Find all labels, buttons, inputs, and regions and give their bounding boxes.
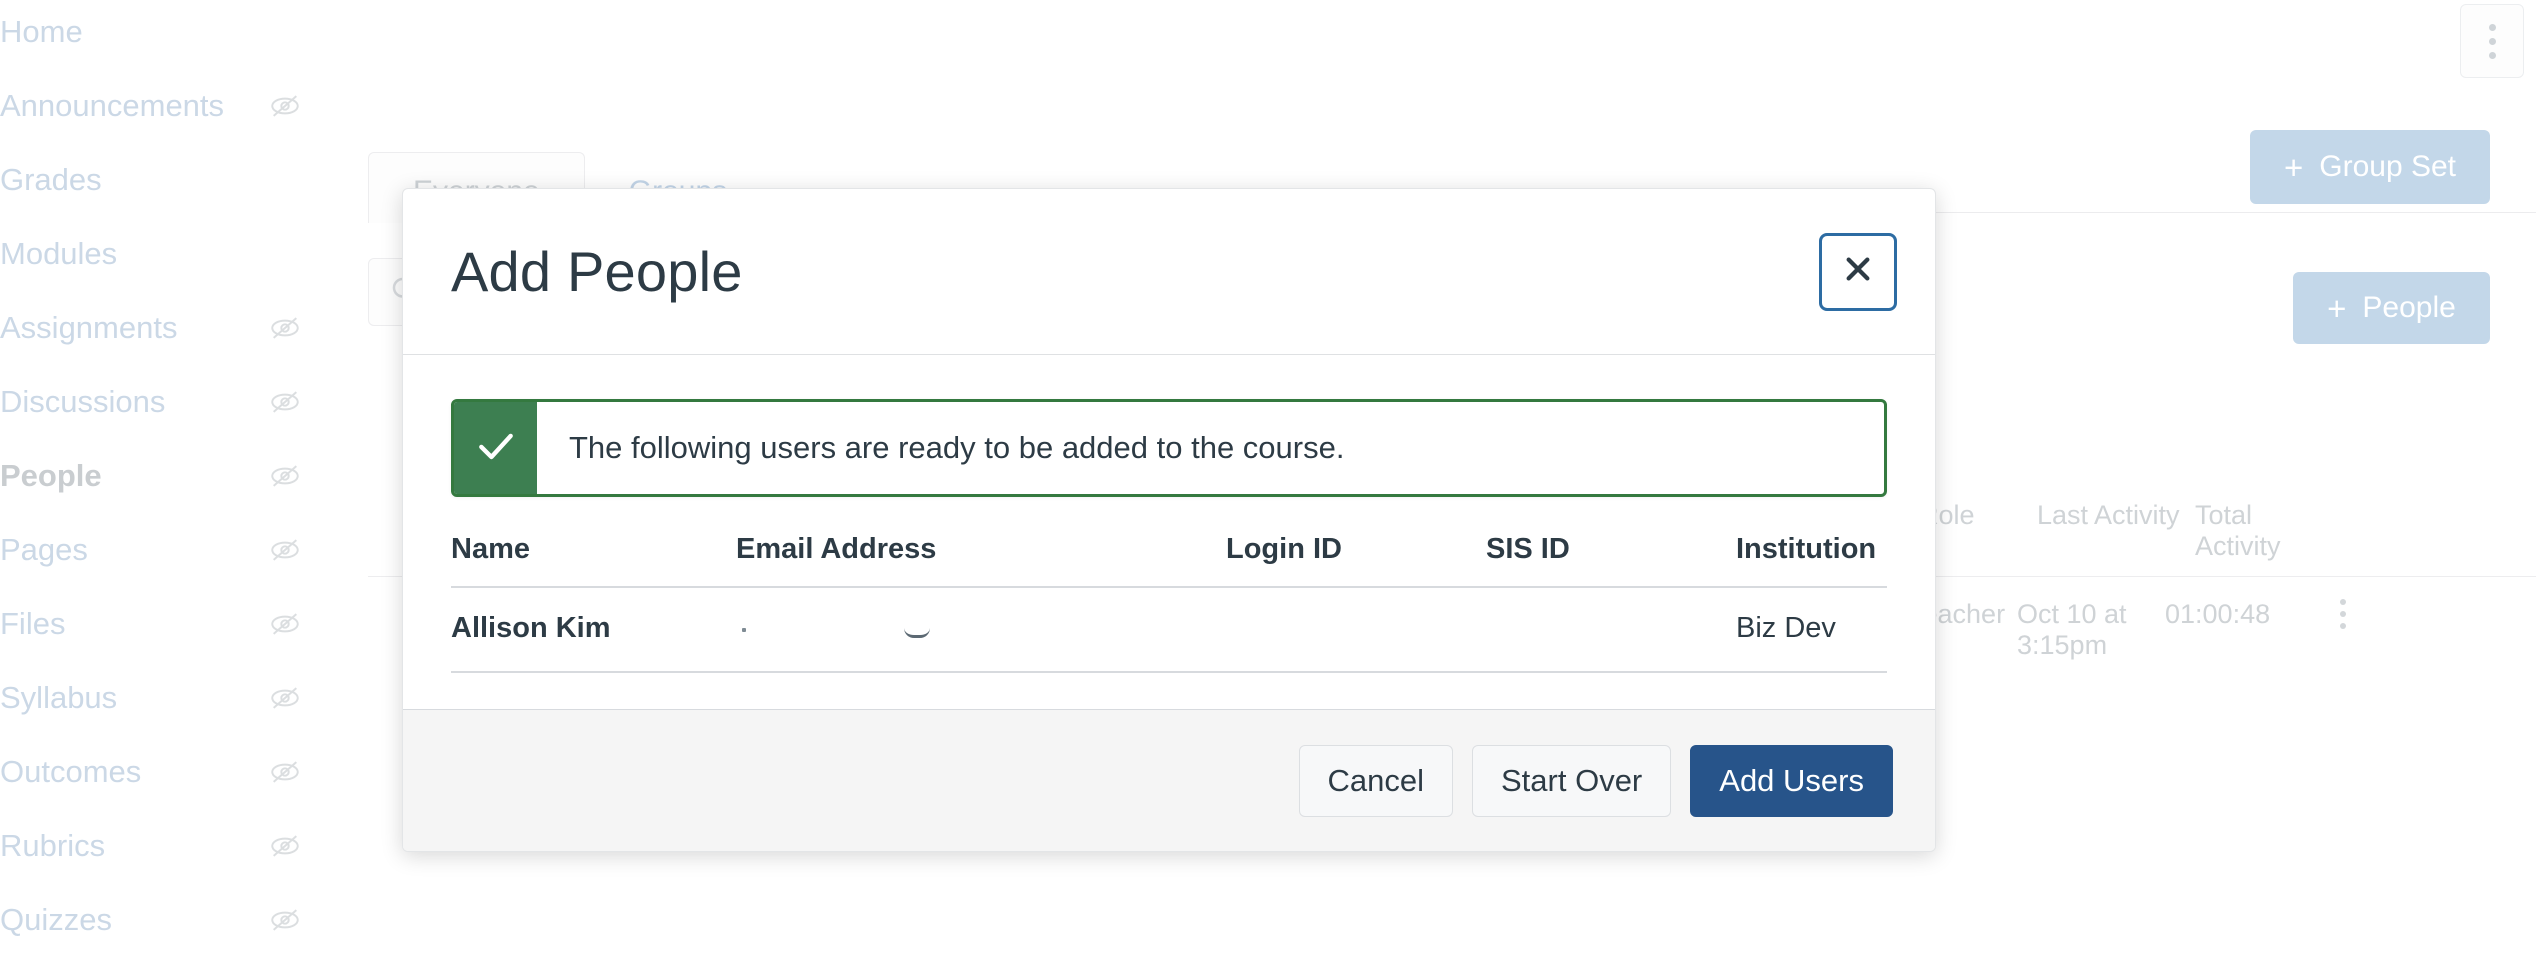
eye-off-icon xyxy=(268,829,302,863)
check-icon xyxy=(474,424,518,473)
sidebar-item-rubrics[interactable]: Rubrics xyxy=(0,826,330,866)
sidebar-item-label: Assignments xyxy=(0,310,178,345)
start-over-button[interactable]: Start Over xyxy=(1472,744,1672,817)
eye-off-icon xyxy=(268,755,302,789)
eye-off-icon xyxy=(268,89,302,123)
column-header-login-id: Login ID xyxy=(1226,533,1486,588)
sidebar-item-label: Discussions xyxy=(0,384,166,419)
sidebar-item-label: Announcements xyxy=(0,88,225,123)
roster-header-total-activity: Total Activity xyxy=(2195,500,2281,561)
sidebar-item-label: Home xyxy=(0,14,83,49)
sidebar-item-grades[interactable]: Grades xyxy=(0,160,330,200)
course-navigation: Home Announcements Grades Modules Assign… xyxy=(0,0,330,962)
sidebar-item-outcomes[interactable]: Outcomes xyxy=(0,752,330,792)
column-header-sis-id: SIS ID xyxy=(1486,533,1736,588)
sidebar-item-label: Grades xyxy=(0,162,102,197)
table-row: Allison Kim Biz Dev xyxy=(451,587,1887,673)
dialog-body: The following users are ready to be adde… xyxy=(403,355,1935,709)
close-button[interactable] xyxy=(1819,232,1897,311)
roster-header-role: Role xyxy=(1919,500,1975,530)
sidebar-item-label: Quizzes xyxy=(0,902,112,937)
roster-header-last-activity: Last Activity xyxy=(2037,500,2180,530)
eye-off-icon xyxy=(268,903,302,937)
sidebar-item-syllabus[interactable]: Syllabus xyxy=(0,678,330,718)
cell-email-address xyxy=(736,587,1226,673)
status-badge: The following users are ready to be adde… xyxy=(451,399,1887,497)
eye-off-icon xyxy=(268,533,302,567)
sidebar-item-assignments[interactable]: Assignments xyxy=(0,308,330,348)
eye-off-icon xyxy=(268,459,302,493)
sidebar-item-home[interactable]: Home xyxy=(0,12,330,52)
sidebar-item-modules[interactable]: Modules xyxy=(0,234,330,274)
table-header-row: Name Email Address Login ID SIS ID Insti… xyxy=(451,533,1887,588)
add-users-button[interactable]: Add Users xyxy=(1690,744,1893,817)
add-people-label: People xyxy=(2362,291,2456,324)
add-group-set-label: Group Set xyxy=(2319,150,2457,183)
cancel-button[interactable]: Cancel xyxy=(1298,744,1453,817)
sidebar-item-pages[interactable]: Pages xyxy=(0,530,330,570)
cell-login-id xyxy=(1226,587,1486,673)
add-group-set-button[interactable]: + Group Set xyxy=(2250,130,2490,204)
sidebar-item-announcements[interactable]: Announcements xyxy=(0,86,330,126)
sidebar-item-quizzes[interactable]: Quizzes xyxy=(0,900,330,940)
alert-message: The following users are ready to be adde… xyxy=(569,430,1345,465)
sidebar-item-files[interactable]: Files xyxy=(0,604,330,644)
cell-name: Allison Kim xyxy=(451,587,736,673)
sidebar-item-label: Rubrics xyxy=(0,828,106,863)
column-header-email-address: Email Address xyxy=(736,533,1226,588)
page-title: Add People xyxy=(451,240,743,303)
cell-sis-id xyxy=(1486,587,1736,673)
sidebar-item-label: Pages xyxy=(0,532,88,567)
add-people-button[interactable]: + People xyxy=(2293,272,2490,344)
roster-row-options-button[interactable] xyxy=(2313,599,2373,629)
add-people-dialog: Add People The following users are ready… xyxy=(402,188,1936,852)
redacted-email-value xyxy=(736,615,971,638)
column-header-institution: Institution xyxy=(1736,533,1887,588)
sidebar-item-label: Files xyxy=(0,606,66,641)
dialog-header: Add People xyxy=(403,189,1935,355)
roster-cell-total-activity: 01:00:48 xyxy=(2165,599,2271,629)
kebab-menu-icon xyxy=(2340,599,2346,629)
sidebar-item-discussions[interactable]: Discussions xyxy=(0,382,330,422)
cell-institution: Biz Dev xyxy=(1736,587,1887,673)
plus-icon: + xyxy=(2327,289,2347,327)
eye-off-icon xyxy=(268,607,302,641)
sidebar-item-people[interactable]: People xyxy=(0,456,330,496)
column-header-name: Name xyxy=(451,533,736,588)
page-options-button[interactable] xyxy=(2460,4,2524,78)
sidebar-item-label: Modules xyxy=(0,236,118,271)
ready-users-table: Name Email Address Login ID SIS ID Insti… xyxy=(451,533,1887,673)
close-icon xyxy=(1842,253,1874,290)
eye-off-icon xyxy=(268,311,302,345)
plus-icon: + xyxy=(2283,148,2304,186)
roster-cell-last-activity: Oct 10 at 3:15pm xyxy=(2017,599,2127,660)
sidebar-item-label: Outcomes xyxy=(0,754,142,789)
alert-icon-container xyxy=(454,402,537,494)
eye-off-icon xyxy=(268,385,302,419)
sidebar-item-label: People xyxy=(0,458,102,493)
kebab-menu-icon xyxy=(2488,23,2496,59)
eye-off-icon xyxy=(268,681,302,715)
sidebar-item-label: Syllabus xyxy=(0,680,118,715)
dialog-footer: Cancel Start Over Add Users xyxy=(403,709,1935,851)
